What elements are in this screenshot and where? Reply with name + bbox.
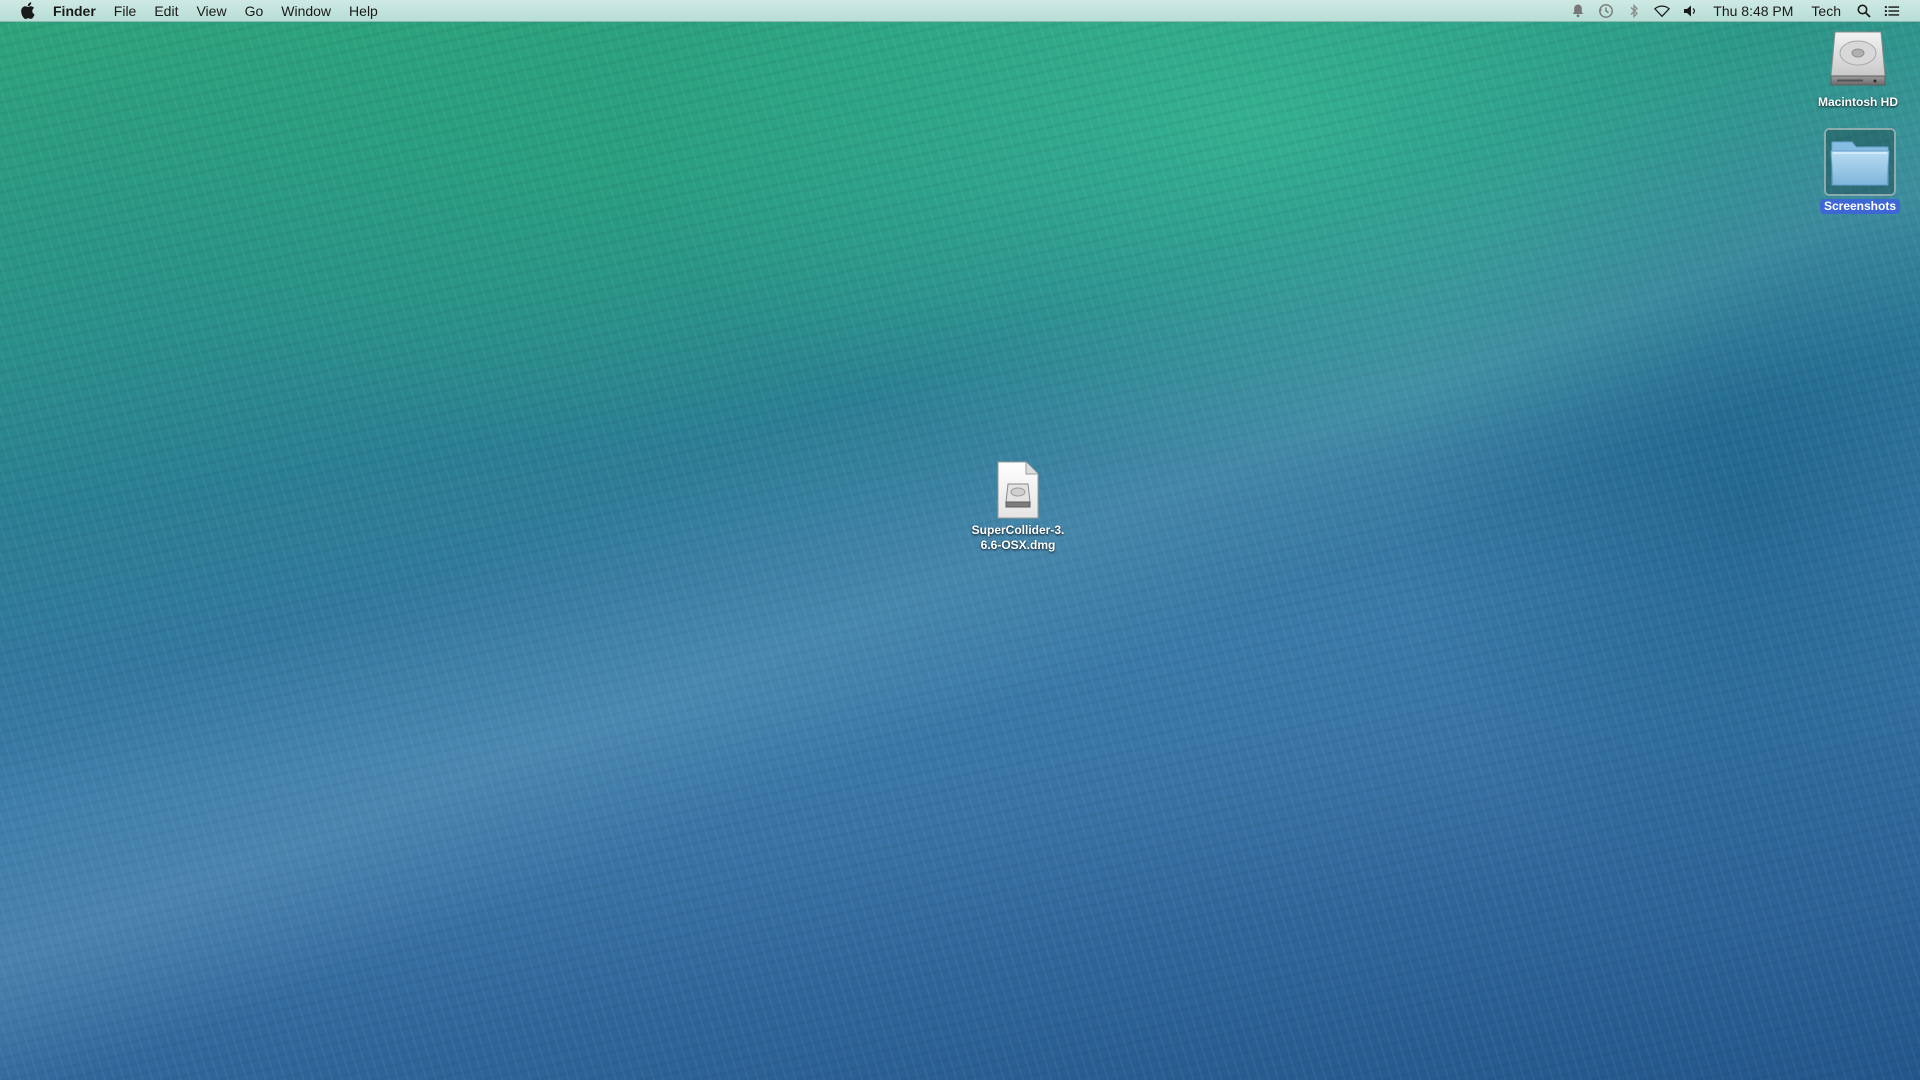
wifi-icon[interactable] [1654,3,1671,19]
desktop-icon-supercollider-dmg[interactable]: SuperCollider-3.6.6-OSX.dmg [963,460,1073,553]
desktop-icon-label: Screenshots [1819,199,1901,214]
time-machine-icon[interactable] [1598,3,1614,19]
notification-bell-icon[interactable] [1570,3,1586,19]
bluetooth-icon[interactable] [1626,3,1642,19]
desktop-icon-label: Macintosh HD [1817,95,1898,109]
apple-icon[interactable] [19,2,35,19]
search-icon[interactable] [1856,3,1872,19]
list-icon[interactable] [1884,3,1900,19]
wallpaper-texture [0,0,1920,1080]
dmg-file-icon [994,460,1042,520]
menu-bar: Finder File Edit View Go Window Help Thu… [0,0,1920,22]
menu-edit[interactable]: Edit [145,0,187,22]
desktop-icon-label: SuperCollider-3.6.6-OSX.dmg [971,523,1065,552]
menu-clock[interactable]: Thu 8:48 PM [1704,0,1802,22]
menu-bar-left: Finder File Edit View Go Window Help [0,0,387,21]
desktop-icon-macintosh-hd[interactable]: Macintosh HD [1803,28,1913,110]
menu-window[interactable]: Window [272,0,340,22]
menu-file[interactable]: File [105,0,146,22]
hard-drive-icon [1827,28,1889,92]
folder-icon [1824,128,1896,196]
wallpaper-crest [0,0,1920,1080]
menu-bar-right: Thu 8:48 PM Tech [1564,0,1920,21]
menu-user[interactable]: Tech [1802,0,1850,22]
desktop-icon-screenshots[interactable]: Screenshots [1805,128,1915,214]
menu-help[interactable]: Help [340,0,387,22]
desktop[interactable]: Finder File Edit View Go Window Help Thu… [0,0,1920,1080]
menu-go[interactable]: Go [236,0,273,22]
menu-view[interactable]: View [187,0,235,22]
menu-app-name[interactable]: Finder [45,0,105,22]
volume-icon[interactable] [1682,3,1698,19]
